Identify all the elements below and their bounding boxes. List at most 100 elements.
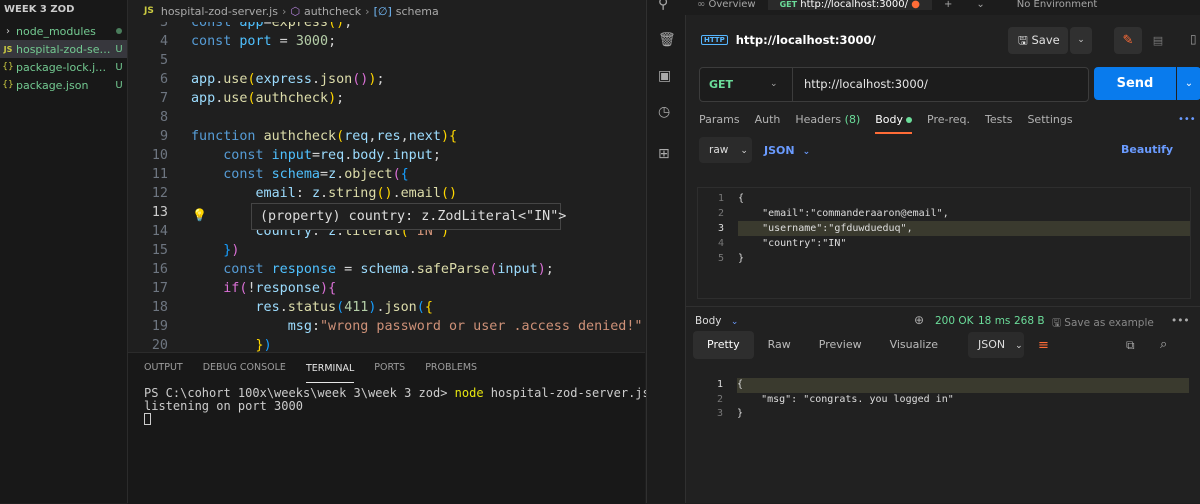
breadcrumb-file[interactable]: hospital-zod-server.js <box>161 5 278 18</box>
divider <box>792 68 793 101</box>
chevron-right-icon: › <box>365 4 370 18</box>
tab-body[interactable]: Body <box>875 113 913 134</box>
tab-ports[interactable]: PORTS <box>374 353 405 383</box>
more-options-icon[interactable]: ••• <box>1171 315 1190 327</box>
terminal-cursor <box>144 413 151 425</box>
code-editor[interactable]: 3 const app = express(); 4 const port = 3000… <box>128 0 645 352</box>
tab-debug-console[interactable]: DEBUG CONSOLE <box>203 353 286 383</box>
tab-params[interactable]: Params <box>699 113 740 133</box>
chevron-down-icon[interactable]: ⌄ <box>964 0 996 10</box>
chevron-down-icon: ⌄ <box>730 317 739 327</box>
tab-pre-request[interactable]: Pre-req. <box>927 113 970 133</box>
request-title: HTTP http://localhost:3000/ <box>701 33 876 47</box>
postman-tab-bar: ∞ Overview GET http://localhost:3000/ ● … <box>685 0 1200 15</box>
tab-visualize[interactable]: Visualize <box>876 331 952 359</box>
tab-label: Body <box>875 113 904 126</box>
more-options-icon[interactable]: ••• <box>1178 114 1196 125</box>
request-body-editor[interactable]: 1{ 2 "email":"commanderaaron@email", 3 "… <box>697 187 1191 299</box>
side-panel-icon[interactable]: ▯ <box>1190 32 1197 46</box>
tab-request[interactable]: GET http://localhost:3000/ ● <box>767 0 932 10</box>
code-lines[interactable]: 3 const app = express(); 4 const port = 3000… <box>128 13 645 352</box>
apps-icon[interactable]: ⊞ <box>658 146 670 162</box>
tab-label: http://localhost:3000/ <box>800 0 909 10</box>
explorer-item-label: package.json <box>16 78 89 92</box>
cube-icon: ⬡ <box>290 4 300 18</box>
format-label: JSON <box>978 338 1006 351</box>
body-options: raw ⌄ JSON ⌄ <box>699 137 810 163</box>
tab-problems[interactable]: PROBLEMS <box>425 353 477 383</box>
copy-icon[interactable]: ⧉ <box>1126 338 1135 353</box>
save-icon: 🖫 <box>1052 317 1065 329</box>
tab-auth[interactable]: Auth <box>755 113 781 133</box>
body-language-select[interactable]: JSON ⌄ <box>764 144 810 157</box>
explorer-item-package-lock[interactable]: {} package-lock.json U <box>0 58 127 76</box>
chevron-right-icon: › <box>6 25 10 37</box>
variable-icon: [∅] <box>373 4 392 18</box>
trash-icon[interactable]: 🗑 <box>658 32 676 48</box>
js-file-icon: JS <box>144 6 154 16</box>
comment-icon[interactable]: ▤ <box>1144 27 1172 54</box>
chevron-right-icon: › <box>281 4 287 18</box>
code-text: "username":"gfduwdueduq", <box>738 221 1190 236</box>
js-file-icon: JS <box>3 44 13 54</box>
send-button[interactable]: Send <box>1094 67 1176 100</box>
tab-terminal[interactable]: TERMINAL <box>305 354 355 383</box>
breadcrumb-function[interactable]: authcheck <box>304 5 361 18</box>
new-tab-button[interactable]: + <box>932 0 964 10</box>
body-mode-select[interactable]: raw ⌄ <box>699 137 752 163</box>
person-icon[interactable]: ⚲ <box>658 0 668 12</box>
terminal-prompt: PS C:\cohort 100x\weeks\week 3\week 3 zo… <box>144 386 455 400</box>
tab-tests[interactable]: Tests <box>985 113 1012 133</box>
explorer-item-package-json[interactable]: {} package.json U <box>0 76 127 94</box>
beautify-button[interactable]: Beautify <box>1121 143 1173 156</box>
breadcrumb-variable[interactable]: schema <box>396 5 439 18</box>
globe-icon[interactable]: ⊕ <box>914 313 924 327</box>
method-select[interactable]: GET <box>709 68 733 101</box>
body-language-label: JSON <box>764 143 795 157</box>
response-time[interactable]: 18 ms <box>978 315 1010 327</box>
code-line: 2 "msg": "congrats. you logged in" <box>697 393 1189 408</box>
environment-selector[interactable]: No Environment <box>1005 0 1110 10</box>
tab-label: Overview <box>708 0 756 10</box>
status-badge[interactable]: 200 OK <box>935 315 974 327</box>
url-input[interactable]: http://localhost:3000/ <box>804 68 928 101</box>
tab-raw[interactable]: Raw <box>754 331 805 359</box>
explorer-item-label: hospital-zod-server.js <box>16 42 111 56</box>
response-body-select[interactable]: Body ⌄ <box>695 315 738 327</box>
explorer-title: WEEK 3 ZOD <box>4 4 75 15</box>
wrap-lines-icon[interactable]: ≡ <box>1038 338 1049 353</box>
save-button[interactable]: 🖫 Save <box>1008 27 1068 54</box>
code-text: "msg": "congrats. you logged in" <box>737 393 954 405</box>
chevron-down-icon: ⌄ <box>802 146 811 157</box>
response-format-select[interactable]: JSON ⌄ <box>968 332 1025 358</box>
chevron-down-icon[interactable]: ⌄ <box>770 68 778 101</box>
explorer-item-hospital-zod-server[interactable]: JS hospital-zod-server.js U <box>0 40 127 58</box>
lightbulb-icon[interactable]: 💡 <box>192 208 207 222</box>
untracked-badge: U <box>115 61 123 73</box>
json-file-icon: {} <box>2 62 14 72</box>
code-line: 3} <box>697 407 1189 422</box>
untracked-badge: U <box>115 79 123 91</box>
tab-headers[interactable]: Headers (8) <box>795 113 860 133</box>
tab-preview[interactable]: Preview <box>805 331 876 359</box>
save-icon: 🖫 <box>1018 33 1032 47</box>
request-name[interactable]: http://localhost:3000/ <box>736 33 876 47</box>
response-body-viewer[interactable]: 1{ 2 "msg": "congrats. you logged in" 3} <box>697 378 1189 422</box>
history-icon[interactable]: ▣ <box>658 68 671 84</box>
tab-pretty[interactable]: Pretty <box>693 331 754 359</box>
terminal[interactable]: PS C:\cohort 100x\weeks\week 3\week 3 zo… <box>128 386 650 428</box>
breadcrumb[interactable]: JS hospital-zod-server.js › ⬡ authcheck … <box>128 0 645 22</box>
explorer-panel: WEEK 3 ZOD › node_modules JS hospital-zo… <box>0 0 128 503</box>
clock-icon[interactable]: ◷ <box>658 104 670 120</box>
search-icon[interactable]: ⌕ <box>1160 337 1167 352</box>
send-options-chevron-icon[interactable]: ⌄ <box>1177 67 1200 100</box>
response-tabs: Pretty Raw Preview Visualize JSON ⌄ ≡ ⧉ ⌕ <box>693 331 1200 359</box>
tab-overview[interactable]: ∞ Overview <box>685 0 768 10</box>
tab-settings[interactable]: Settings <box>1027 113 1072 133</box>
explorer-item-node-modules[interactable]: › node_modules <box>0 22 127 40</box>
pencil-icon[interactable]: ✎ <box>1114 27 1142 54</box>
save-example-label: Save as example <box>1064 317 1154 329</box>
tab-output[interactable]: OUTPUT <box>144 353 183 383</box>
response-size[interactable]: 268 B <box>1014 315 1045 327</box>
save-options-chevron-icon[interactable]: ⌄ <box>1070 27 1092 54</box>
